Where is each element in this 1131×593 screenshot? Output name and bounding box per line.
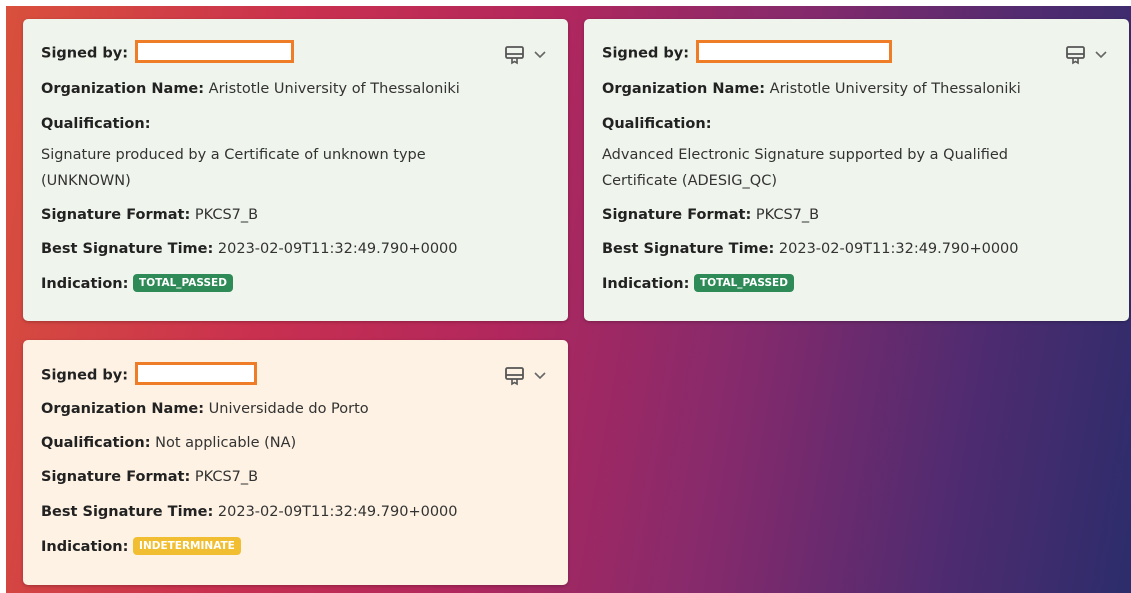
signature-card-3: Signed by: Organization Name: Universida… — [23, 340, 568, 585]
organization-value: Universidade do Porto — [208, 401, 369, 417]
signature-time-label: Best Signature Time: — [41, 504, 214, 520]
indication-badge: TOTAL_PASSED — [694, 274, 794, 292]
indication-row: Indication: TOTAL_PASSED — [602, 274, 1111, 294]
card-tools — [504, 45, 546, 65]
qualification-value: Advanced Electronic Signature supported … — [602, 147, 1008, 189]
signature-format-label: Signature Format: — [602, 207, 752, 223]
signature-time-row: Best Signature Time: 2023-02-09T11:32:49… — [602, 239, 1111, 259]
signature-format-label: Signature Format: — [41, 207, 191, 223]
signature-time-label: Best Signature Time: — [602, 241, 775, 257]
qualification-row: Qualification: — [602, 114, 1111, 134]
signature-time-value: 2023-02-09T11:32:49.790+0000 — [217, 241, 458, 257]
indication-row: Indication: TOTAL_PASSED — [41, 274, 550, 294]
organization-row: Organization Name: Aristotle University … — [41, 79, 550, 99]
redacted-signer-name — [695, 40, 892, 63]
redacted-signer-name — [134, 362, 257, 385]
signature-time-value: 2023-02-09T11:32:49.790+0000 — [778, 241, 1019, 257]
certificate-icon[interactable] — [504, 366, 526, 386]
indication-label: Indication: — [41, 276, 129, 292]
card-tools — [504, 366, 546, 386]
signature-time-row: Best Signature Time: 2023-02-09T11:32:49… — [41, 239, 550, 259]
signed-by-label: Signed by: — [41, 367, 129, 384]
signed-by-row: Signed by: — [41, 40, 550, 65]
certificate-icon[interactable] — [504, 45, 526, 65]
qualification-value: Not applicable (NA) — [155, 435, 297, 451]
indication-label: Indication: — [602, 276, 690, 292]
signed-by-row: Signed by: — [602, 40, 1111, 65]
organization-value: Aristotle University of Thessaloniki — [769, 81, 1021, 97]
redacted-signer-name — [134, 40, 294, 63]
signature-card-2: Signed by: Organization Name: Aristotle … — [584, 19, 1129, 321]
signed-by-label: Signed by: — [41, 45, 129, 62]
qualification-row: Qualification: Not applicable (NA) — [41, 433, 550, 453]
signed-by-label: Signed by: — [602, 45, 690, 62]
organization-value: Aristotle University of Thessaloniki — [208, 81, 460, 97]
card-tools — [1065, 45, 1107, 65]
certificate-icon[interactable] — [1065, 45, 1087, 65]
signature-format-value: PKCS7_B — [755, 207, 820, 223]
organization-label: Organization Name: — [41, 81, 205, 97]
signature-format-value: PKCS7_B — [194, 469, 259, 485]
organization-label: Organization Name: — [602, 81, 766, 97]
indication-row: Indication: INDETERMINATE — [41, 537, 550, 557]
signature-format-label: Signature Format: — [41, 469, 191, 485]
organization-row: Organization Name: Aristotle University … — [602, 79, 1111, 99]
signature-card-1: Signed by: Organization Name: Aristotle … — [23, 19, 568, 321]
indication-badge: TOTAL_PASSED — [133, 274, 233, 292]
chevron-down-icon[interactable] — [534, 372, 546, 380]
organization-label: Organization Name: — [41, 401, 205, 417]
qualification-row: Qualification: — [41, 114, 550, 134]
indication-badge: INDETERMINATE — [133, 537, 241, 555]
indication-label: Indication: — [41, 539, 129, 555]
signature-time-label: Best Signature Time: — [41, 241, 214, 257]
chevron-down-icon[interactable] — [1095, 51, 1107, 59]
qualification-value: Signature produced by a Certificate of u… — [41, 147, 426, 189]
signature-format-row: Signature Format: PKCS7_B — [41, 467, 550, 487]
signed-by-row: Signed by: — [41, 362, 550, 387]
signature-format-value: PKCS7_B — [194, 207, 259, 223]
chevron-down-icon[interactable] — [534, 51, 546, 59]
qualification-label: Qualification: — [41, 116, 151, 132]
organization-row: Organization Name: Universidade do Porto — [41, 399, 550, 419]
qualification-label: Qualification: — [602, 116, 712, 132]
signature-format-row: Signature Format: PKCS7_B — [602, 205, 1111, 225]
signature-time-row: Best Signature Time: 2023-02-09T11:32:49… — [41, 502, 550, 522]
qualification-label: Qualification: — [41, 435, 151, 451]
signature-time-value: 2023-02-09T11:32:49.790+0000 — [217, 504, 458, 520]
signature-format-row: Signature Format: PKCS7_B — [41, 205, 550, 225]
